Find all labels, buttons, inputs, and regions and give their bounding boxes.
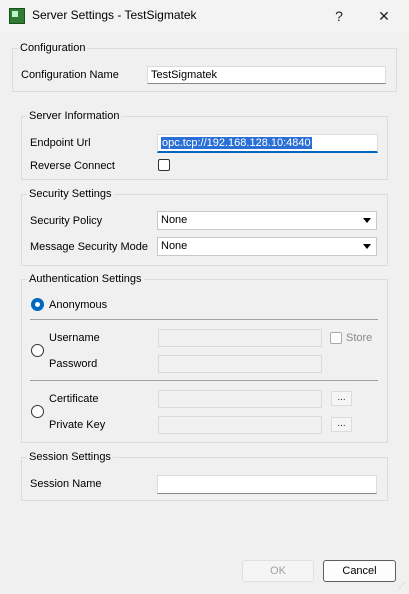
store-label: Store [346, 332, 373, 344]
authentication-settings-group-title: Authentication Settings [27, 273, 144, 285]
reverse-connect-checkbox[interactable] [158, 159, 170, 171]
configuration-group-title: Configuration [18, 42, 88, 54]
message-security-mode-label: Message Security Mode [30, 241, 148, 253]
anonymous-label: Anonymous [49, 299, 108, 311]
session-settings-group-title: Session Settings [27, 451, 113, 463]
certificate-browse-button[interactable]: ... [331, 391, 352, 406]
endpoint-url-input[interactable]: opc.tcp://192.168.128.10:4840 [157, 134, 378, 153]
help-button[interactable]: ? [324, 4, 354, 28]
cancel-button[interactable]: Cancel [323, 560, 396, 582]
certificate-label: Certificate [49, 393, 99, 405]
window-title: Server Settings - TestSigmatek [32, 8, 197, 22]
certificate-radio[interactable] [31, 405, 44, 418]
ok-button[interactable]: OK [242, 560, 314, 582]
resize-grip-icon[interactable]: ⋰ [399, 583, 407, 592]
anonymous-radio[interactable] [31, 298, 44, 311]
session-name-input[interactable] [157, 475, 377, 494]
username-label: Username [49, 332, 100, 344]
separator [30, 380, 378, 381]
certificate-input[interactable] [158, 390, 322, 408]
message-security-mode-value: None [161, 240, 188, 252]
password-label: Password [49, 358, 98, 370]
security-policy-label: Security Policy [30, 215, 103, 227]
private-key-browse-button[interactable]: ... [331, 417, 352, 432]
store-checkbox[interactable] [330, 332, 342, 344]
server-information-group-title: Server Information [27, 110, 122, 122]
private-key-label: Private Key [49, 419, 106, 431]
message-security-mode-dropdown[interactable]: None [157, 237, 377, 256]
security-policy-dropdown[interactable]: None [157, 211, 377, 230]
username-input[interactable] [158, 329, 322, 347]
security-settings-group-title: Security Settings [27, 188, 114, 200]
close-button[interactable]: ✕ [369, 4, 399, 28]
private-key-input[interactable] [158, 416, 322, 434]
separator [30, 319, 378, 320]
chevron-down-icon [363, 244, 371, 249]
security-policy-value: None [161, 214, 188, 226]
endpoint-url-label: Endpoint Url [30, 137, 91, 149]
username-password-radio[interactable] [31, 344, 44, 357]
session-name-label: Session Name [30, 478, 102, 490]
title-bar: Server Settings - TestSigmatek ? ✕ [0, 0, 409, 32]
password-input[interactable] [158, 355, 322, 373]
endpoint-url-value: opc.tcp://192.168.128.10:4840 [161, 137, 312, 149]
configuration-name-input[interactable]: TestSigmatek [147, 66, 386, 84]
chevron-down-icon [363, 218, 371, 223]
app-icon [9, 8, 25, 24]
configuration-name-label: Configuration Name [21, 69, 119, 81]
reverse-connect-label: Reverse Connect [30, 160, 115, 172]
